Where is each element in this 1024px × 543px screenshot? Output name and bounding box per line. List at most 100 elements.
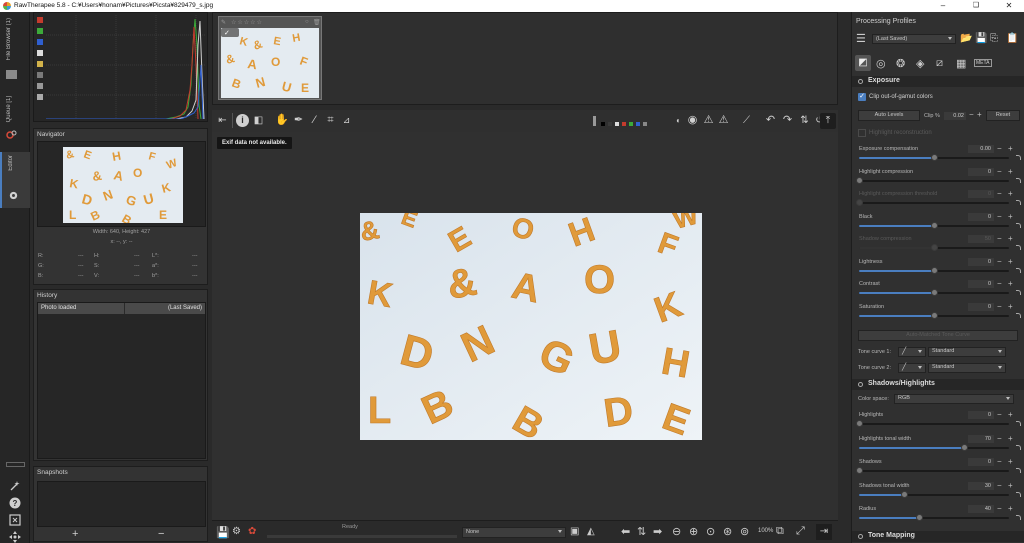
tab-meta-icon[interactable]: META <box>974 59 992 67</box>
slider-track[interactable] <box>859 154 1009 161</box>
soft-proof-icon[interactable]: ▣ <box>570 526 579 537</box>
slider-increase[interactable]: + <box>1008 167 1013 176</box>
slider-decrease[interactable]: − <box>997 302 1002 311</box>
color-space-select[interactable]: RGB <box>894 394 1014 404</box>
slider-value[interactable]: 0 <box>968 212 994 221</box>
slider-increase[interactable]: + <box>1008 212 1013 221</box>
slider-decrease[interactable]: − <box>997 235 1002 243</box>
histogram-red-toggle[interactable] <box>37 17 43 23</box>
slider-increase[interactable]: + <box>1008 280 1013 288</box>
tab-color-icon[interactable]: ❂ <box>896 57 905 70</box>
slider-track[interactable] <box>856 199 1009 206</box>
slider-reset-icon[interactable] <box>1016 155 1021 160</box>
slider-knob[interactable] <box>931 221 938 229</box>
save-profile-icon[interactable]: 💾 <box>975 33 987 44</box>
slider-increase[interactable]: + <box>1008 411 1013 419</box>
tab-raw-icon[interactable]: ▦ <box>956 57 966 70</box>
slider-decrease[interactable]: − <box>997 411 1002 419</box>
new-detail-window-icon[interactable]: ⧉ <box>776 525 784 538</box>
slider-reset-icon[interactable] <box>1016 312 1021 318</box>
histogram-blue-toggle[interactable] <box>37 39 43 45</box>
slider-value[interactable]: 50 <box>968 235 994 243</box>
maximize-button[interactable]: ❑ <box>961 0 991 12</box>
slider-knob[interactable] <box>901 490 908 498</box>
slider-track[interactable] <box>856 420 1009 427</box>
save-image-icon[interactable]: 💾 <box>216 526 230 539</box>
previous-image-icon[interactable]: ⬅ <box>621 525 630 538</box>
slider-increase[interactable]: + <box>1008 257 1013 266</box>
tab-queue[interactable]: Queue [1] <box>0 92 30 152</box>
tab-editor[interactable]: Editor <box>0 152 30 208</box>
histogram-raw-toggle[interactable] <box>37 72 43 78</box>
slider-knob[interactable] <box>931 154 938 161</box>
info-icon[interactable]: i <box>236 114 249 127</box>
slider-reset-icon[interactable] <box>1016 245 1021 250</box>
slider-track[interactable] <box>859 244 1009 251</box>
slider-increase[interactable]: + <box>1008 458 1013 466</box>
slider-knob[interactable] <box>916 514 923 521</box>
slider-knob[interactable] <box>856 420 863 427</box>
fullscreen-preview-icon[interactable]: ⤢ <box>796 525 805 538</box>
histogram-bar-toggle[interactable] <box>37 83 43 89</box>
slider-decrease[interactable]: − <box>997 212 1002 221</box>
tab-exposure-icon[interactable]: ◩ <box>855 55 871 71</box>
slider-decrease[interactable]: − <box>997 434 1002 443</box>
swatch-green[interactable] <box>629 122 633 126</box>
clip-percent-decrease[interactable]: − <box>969 111 974 119</box>
clip-gamut-checkbox[interactable]: ✓ <box>858 93 866 101</box>
tab-file-browser[interactable]: File Browser (1) <box>0 14 30 84</box>
image-preview[interactable]: Exif data not available. & E E O H F W K… <box>212 132 838 520</box>
copy-profile-icon[interactable]: ⎘ <box>990 33 998 44</box>
slider-reset-icon[interactable] <box>1016 491 1021 497</box>
close-button[interactable]: ✕ <box>994 0 1024 12</box>
filmstrip-thumbnail[interactable]: ✎ ☆☆☆☆☆ ○ 🗑 K & E H & A O F B N U E ✓ <box>218 16 322 100</box>
zoom-fit-crop-icon[interactable]: ⊛ <box>723 525 732 538</box>
zoom-fit-icon[interactable]: ⊙ <box>706 525 715 538</box>
slider-value[interactable]: 0 <box>968 458 994 466</box>
reset-button[interactable]: Reset <box>986 110 1020 121</box>
auto-matched-curve-button[interactable]: Auto-Matched Tone Curve <box>858 330 1018 341</box>
slider-knob[interactable] <box>931 266 938 274</box>
slider-track[interactable] <box>859 266 1009 274</box>
slider-value[interactable]: 0 <box>968 190 994 198</box>
slider-knob[interactable] <box>856 467 863 474</box>
tone-curve-2-type-select[interactable]: Standard <box>928 363 1006 373</box>
slider-value[interactable]: 30 <box>968 481 994 490</box>
slider-value[interactable]: 0 <box>968 280 994 288</box>
swatch-red[interactable] <box>622 122 626 126</box>
white-balance-picker-icon[interactable]: ⁄ <box>308 114 321 127</box>
swatch-black[interactable] <box>601 122 605 126</box>
tone-curve-2-editor[interactable]: ╱ <box>898 363 926 373</box>
slider-value[interactable]: 0 <box>968 302 994 311</box>
tab-advanced-icon[interactable]: ◈ <box>916 57 924 70</box>
shadows-highlights-header[interactable]: Shadows/Highlights <box>852 379 1024 390</box>
slider-increase[interactable]: + <box>1008 505 1013 513</box>
slider-decrease[interactable]: − <box>997 167 1002 176</box>
slider-reset-icon[interactable] <box>1016 267 1021 273</box>
output-profile-select[interactable]: None <box>462 527 566 538</box>
clip-percent-value[interactable]: 0.02 <box>944 112 966 120</box>
slider-increase[interactable]: + <box>1008 481 1013 490</box>
slider-reset-icon[interactable] <box>1016 290 1021 295</box>
slider-value[interactable]: 40 <box>968 505 994 513</box>
zoom-in-icon[interactable]: ⊕ <box>689 525 698 538</box>
before-after-icon[interactable]: ◧ <box>252 114 265 127</box>
slider-value[interactable]: 0.00 <box>968 145 994 153</box>
background-color-selector[interactable] <box>593 114 653 128</box>
rating-stars[interactable]: ☆☆☆☆☆ <box>231 19 263 26</box>
slider-value[interactable]: 0 <box>968 257 994 266</box>
fullscreen-icon[interactable] <box>9 514 21 526</box>
auto-levels-button[interactable]: Auto Levels <box>858 110 920 121</box>
slider-track[interactable] <box>859 514 1009 521</box>
histogram-luminance-toggle[interactable] <box>37 50 43 56</box>
false-color-icon[interactable]: ⟋ <box>740 114 753 127</box>
slider-reset-icon[interactable] <box>1016 421 1021 426</box>
tone-mapping-header[interactable]: Tone Mapping <box>852 531 1024 542</box>
slider-knob[interactable] <box>961 443 968 451</box>
trash-icon[interactable]: 🗑 <box>313 19 321 26</box>
slider-reset-icon[interactable] <box>1016 200 1021 205</box>
slider-value[interactable]: 0 <box>968 411 994 419</box>
tab-transform-icon[interactable]: ⧄ <box>936 57 943 70</box>
panel-divider-handle[interactable] <box>6 462 25 467</box>
clipped-shadows-icon[interactable]: ◉ <box>686 114 699 127</box>
